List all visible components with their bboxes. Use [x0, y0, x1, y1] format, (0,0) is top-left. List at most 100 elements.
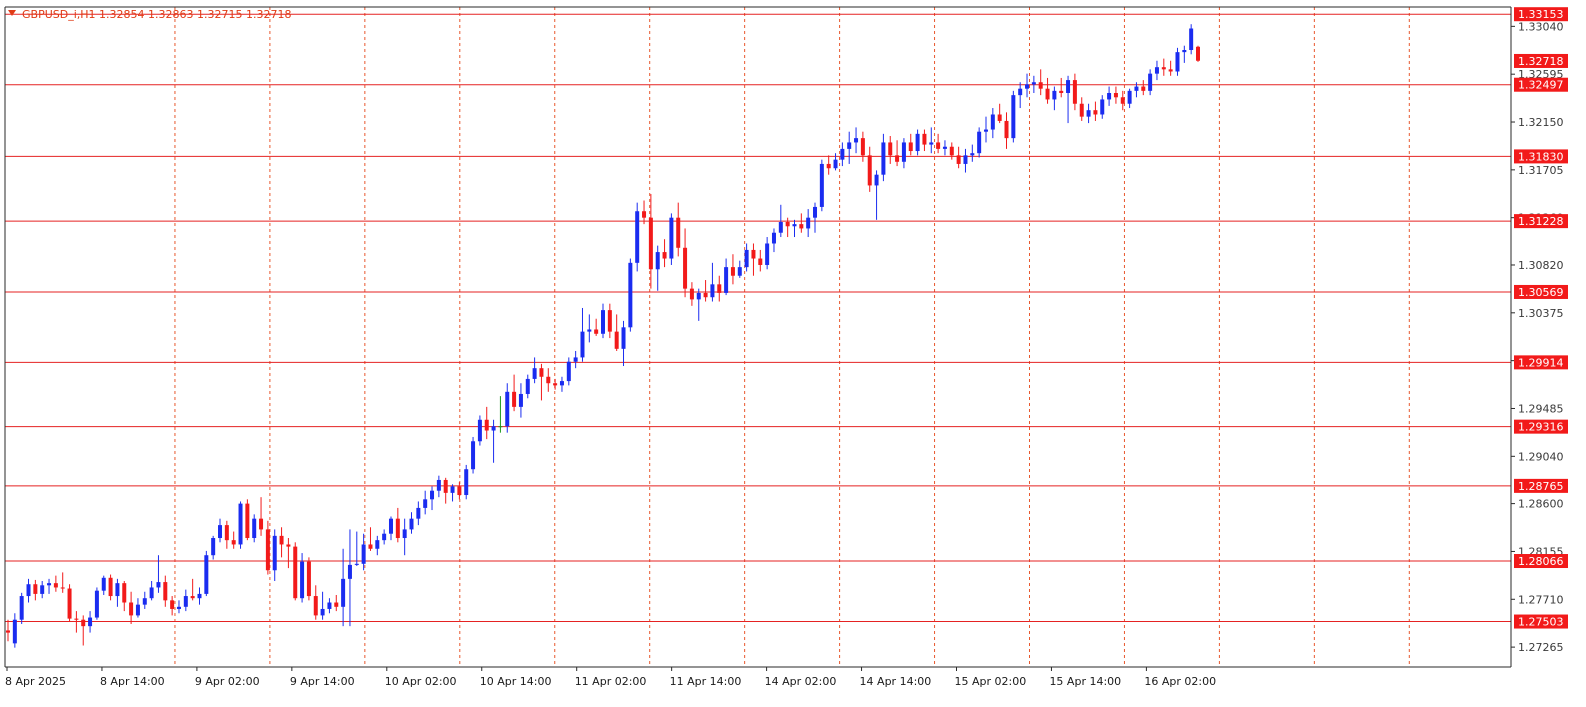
candle[interactable] [306, 557, 311, 601]
candle-body [594, 329, 599, 334]
time-axis-label[interactable]: 11 Apr 02:00 [575, 675, 647, 688]
candle-body [347, 564, 352, 579]
price-level-tag-label: 1.29316 [1518, 421, 1564, 434]
candle-body [265, 529, 270, 571]
time-axis-label[interactable]: 16 Apr 02:00 [1144, 675, 1216, 688]
price-level-tag-label: 1.29914 [1518, 356, 1564, 369]
candle-body [553, 383, 558, 386]
chart-area[interactable]: 1.330401.325951.321501.317051.312601.308… [0, 0, 1586, 703]
chart-background [0, 0, 1586, 703]
candle-body [115, 583, 120, 597]
candle-body [81, 619, 86, 627]
time-axis-label[interactable]: 14 Apr 14:00 [860, 675, 932, 688]
candle[interactable] [464, 464, 469, 500]
candle-body [1059, 90, 1064, 93]
time-axis-label[interactable]: 9 Apr 14:00 [290, 675, 355, 688]
time-axis-label[interactable]: 10 Apr 14:00 [480, 675, 552, 688]
candle-body [1093, 110, 1098, 115]
candle[interactable] [293, 542, 298, 601]
candle-body [662, 252, 667, 259]
candle-body [737, 267, 742, 276]
candle[interactable] [628, 258, 633, 332]
price-tick-label[interactable]: 1.30820 [1518, 259, 1564, 272]
time-axis-label[interactable]: 11 Apr 14:00 [670, 675, 742, 688]
time-axis-label[interactable]: 8 Apr 14:00 [100, 675, 165, 688]
candle-body [47, 583, 52, 586]
candle-body [430, 490, 435, 500]
candle-body [67, 588, 72, 619]
price-tick-label[interactable]: 1.29040 [1518, 450, 1564, 463]
candle-body [190, 596, 195, 599]
candle[interactable] [819, 159, 824, 212]
candle-body [642, 211, 647, 218]
price-tick-label[interactable]: 1.29485 [1518, 402, 1564, 415]
candle-body [607, 310, 612, 332]
candle-body [628, 262, 633, 328]
candle-body [443, 479, 448, 493]
price-tick-label[interactable]: 1.27710 [1518, 593, 1564, 606]
time-axis-label[interactable]: 8 Apr 2025 [5, 675, 66, 688]
candle[interactable] [1011, 90, 1016, 143]
candle-body [1175, 52, 1180, 72]
candle-body [224, 525, 229, 541]
candle[interactable] [245, 499, 250, 541]
candle-body [847, 142, 852, 149]
time-axis-label[interactable]: 15 Apr 02:00 [955, 675, 1027, 688]
candle[interactable] [477, 415, 482, 446]
candle-body [703, 292, 708, 298]
candle-body [436, 479, 441, 491]
candle-body [539, 368, 544, 377]
candle-body [532, 368, 537, 379]
candle[interactable] [238, 501, 243, 549]
candle-body [949, 146, 954, 156]
candle[interactable] [669, 213, 674, 265]
candle[interactable] [977, 127, 982, 158]
candle-body [416, 507, 421, 519]
candle-body [1018, 88, 1023, 96]
candlestick-chart[interactable]: 1.330401.325951.321501.317051.312601.308… [0, 0, 1586, 703]
price-tick-label[interactable]: 1.27265 [1518, 641, 1564, 654]
candle-body [402, 529, 407, 539]
candle-body [94, 590, 99, 618]
candle-body [792, 224, 797, 227]
candle-body [573, 357, 578, 362]
price-tick-label[interactable]: 1.33040 [1518, 20, 1564, 33]
price-tick-label[interactable]: 1.28600 [1518, 498, 1564, 511]
candle-body [724, 267, 729, 293]
candle-body [286, 544, 291, 547]
candle-body [354, 563, 359, 565]
time-axis-label[interactable]: 15 Apr 14:00 [1049, 675, 1121, 688]
candle-body [409, 518, 414, 530]
time-axis-label[interactable]: 10 Apr 02:00 [385, 675, 457, 688]
candle-body [1011, 95, 1016, 139]
chart-header: GBPUSD_i,H1 1.32854 1.32863 1.32715 1.32… [8, 8, 291, 21]
candle[interactable] [471, 436, 476, 474]
time-axis-label[interactable]: 14 Apr 02:00 [765, 675, 837, 688]
candle-body [259, 518, 264, 530]
candle-body [956, 155, 961, 164]
candle-body [813, 206, 818, 218]
time-axis-label[interactable]: 9 Apr 02:00 [195, 675, 260, 688]
candle-body [1161, 67, 1166, 70]
candle-body [580, 331, 585, 358]
candle-body [293, 546, 298, 599]
candle-body [559, 381, 564, 386]
symbol-info-text: GBPUSD_i,H1 1.32854 1.32863 1.32715 1.32… [22, 8, 291, 21]
price-tick-label[interactable]: 1.30375 [1518, 307, 1564, 320]
candle[interactable] [19, 592, 24, 625]
candle-body [901, 142, 906, 162]
candle[interactable] [635, 202, 640, 272]
candle-body [983, 129, 988, 132]
candle[interactable] [1196, 45, 1200, 62]
price-tick-label[interactable]: 1.31705 [1518, 164, 1564, 177]
candle[interactable] [204, 550, 209, 597]
candle-body [990, 114, 995, 130]
candle[interactable] [1189, 24, 1194, 55]
price-tick-label[interactable]: 1.32150 [1518, 116, 1564, 129]
candle-body [1127, 90, 1132, 104]
candle-body [1100, 99, 1105, 115]
candle[interactable] [94, 587, 99, 620]
candle[interactable] [67, 584, 72, 622]
candle-body [327, 602, 332, 609]
price-level-tag-label: 1.28765 [1518, 480, 1564, 493]
